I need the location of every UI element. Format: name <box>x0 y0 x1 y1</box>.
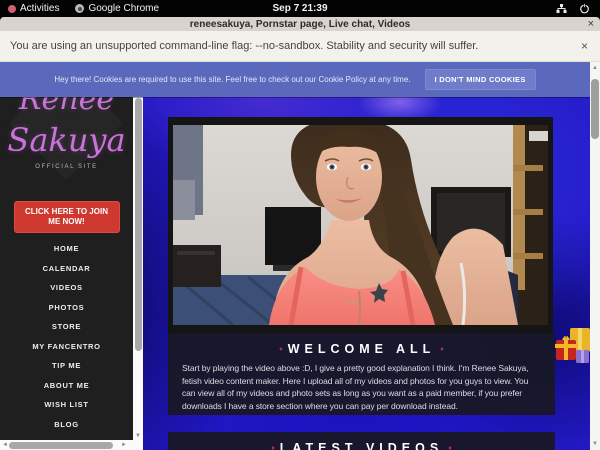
chrome-icon <box>75 4 84 13</box>
sidebar-item-photos[interactable]: PHOTOS <box>0 298 133 318</box>
sidebar-item-store[interactable]: STORE <box>0 317 133 337</box>
sidebar-item-blog[interactable]: BLOG <box>0 415 133 435</box>
sidebar-hscroll-thumb[interactable] <box>9 442 113 449</box>
activities-label: Activities <box>20 3 59 14</box>
scroll-down-arrow-icon[interactable]: ▼ <box>590 441 600 447</box>
gifts-icon <box>554 326 592 372</box>
welcome-text: Start by playing the video above :D, I g… <box>182 362 541 412</box>
sidebar-nav: HOME CALENDAR VIDEOS PHOTOS STORE MY FAN… <box>0 239 133 434</box>
latest-videos-title: LATEST VIDEOS <box>280 441 443 450</box>
sidebar-horizontal-scrollbar[interactable]: ◄ ► <box>0 440 143 450</box>
diamond-icon: ♦ <box>443 445 457 450</box>
chrome-title-bar: reneesakuya, Pornstar page, Live chat, V… <box>0 17 600 31</box>
join-now-button[interactable]: CLICK HERE TO JOIN ME NOW! <box>14 201 120 233</box>
diamond-icon: ♦ <box>274 346 288 353</box>
sidebar-frame: Renee Sakuya OFFICIAL SITE CLICK HERE TO… <box>0 97 143 450</box>
sidebar-item-calendar[interactable]: CALENDAR <box>0 259 133 279</box>
page-scroll-thumb[interactable] <box>591 79 599 139</box>
gift-tip-widget[interactable] <box>554 326 592 372</box>
diamond-icon: ♦ <box>435 346 449 353</box>
diamond-icon: ♦ <box>266 445 280 450</box>
scroll-up-arrow-icon[interactable]: ▲ <box>590 65 600 71</box>
sidebar-item-videos[interactable]: VIDEOS <box>0 278 133 298</box>
sidebar-vertical-scrollbar[interactable]: ▼ <box>133 97 143 450</box>
activities-button[interactable]: Activities <box>0 0 67 17</box>
sidebar-vscroll-thumb[interactable] <box>135 98 142 351</box>
webcam-video-frame <box>173 125 548 325</box>
window-close-icon[interactable]: × <box>588 17 594 31</box>
gnome-top-bar: Activities Google Chrome Sep 7 21:39 <box>0 0 600 17</box>
sidebar-item-home[interactable]: HOME <box>0 239 133 259</box>
chrome-infobar: You are using an unsupported command-lin… <box>0 31 600 62</box>
app-menu-label: Google Chrome <box>88 3 159 14</box>
sidebar-item-about-me[interactable]: ABOUT ME <box>0 376 133 396</box>
welcome-heading: ♦WELCOME ALL♦ <box>168 333 555 356</box>
site-tagline: OFFICIAL SITE <box>0 164 133 170</box>
network-icon[interactable] <box>556 3 567 14</box>
infobar-close-icon[interactable]: × <box>581 39 588 53</box>
site-logo-line1: Renee <box>0 97 133 116</box>
cookie-notice-bar: Hey there! Cookies are required to use t… <box>0 62 590 97</box>
cookie-accept-button[interactable]: I DON'T MIND COOKIES <box>425 69 536 90</box>
activities-icon <box>8 5 16 13</box>
browser-viewport: Hey there! Cookies are required to use t… <box>0 62 600 450</box>
sidebar-item-tip-me[interactable]: TIP ME <box>0 356 133 376</box>
window-title: reneesakuya, Pornstar page, Live chat, V… <box>0 19 600 30</box>
sidebar-item-my-fancentro[interactable]: MY FANCENTRO <box>0 337 133 357</box>
welcome-section: ♦WELCOME ALL♦ Start by playing the video… <box>168 333 555 415</box>
scroll-down-arrow-icon[interactable]: ▼ <box>133 433 143 439</box>
page-scrollbar[interactable]: ▲ ▼ <box>590 62 600 450</box>
intro-video-player[interactable] <box>168 117 553 333</box>
cookie-message: Hey there! Cookies are required to use t… <box>54 75 410 84</box>
latest-videos-section: ♦LATEST VIDEOS♦ <box>168 432 555 450</box>
welcome-title: WELCOME ALL <box>288 342 436 356</box>
scroll-left-arrow-icon[interactable]: ◄ <box>2 442 8 448</box>
app-menu-button[interactable]: Google Chrome <box>67 0 167 17</box>
sidebar: Renee Sakuya OFFICIAL SITE CLICK HERE TO… <box>0 97 133 440</box>
scroll-right-arrow-icon[interactable]: ► <box>121 442 127 448</box>
latest-videos-heading: ♦LATEST VIDEOS♦ <box>168 432 555 450</box>
site-logo-line2: Sakuya <box>0 121 133 159</box>
infobar-message: You are using an unsupported command-lin… <box>0 40 478 52</box>
power-icon[interactable] <box>579 3 590 14</box>
sidebar-item-wish-list[interactable]: WISH LIST <box>0 395 133 415</box>
